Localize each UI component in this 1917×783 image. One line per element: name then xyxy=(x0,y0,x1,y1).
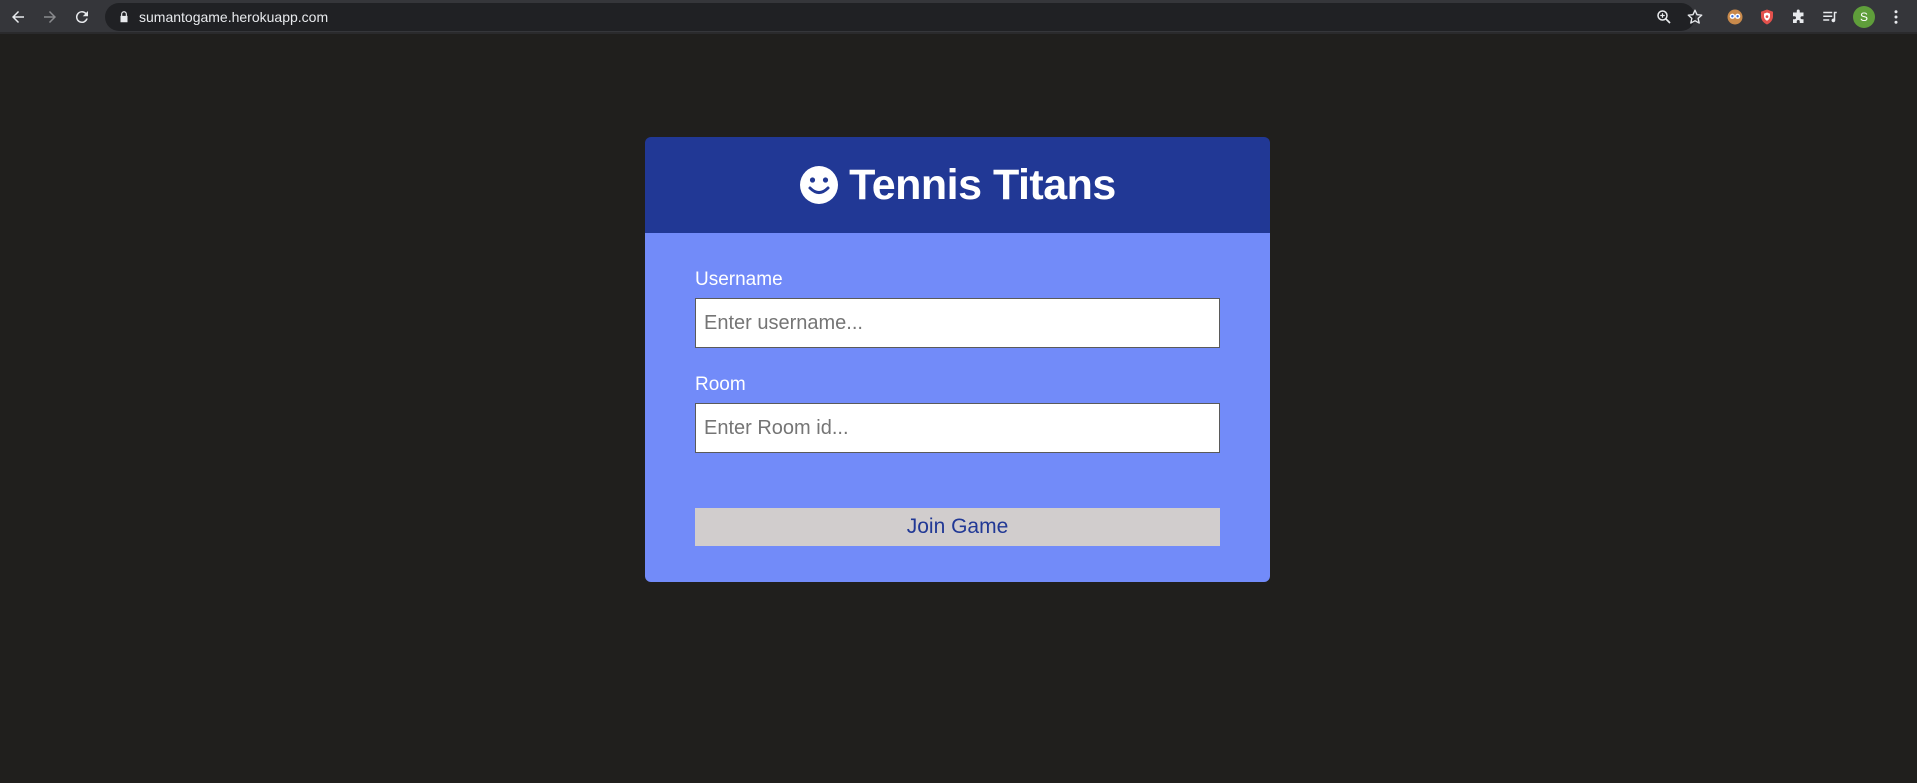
browser-toolbar: sumantogame.herokuapp.com S xyxy=(0,0,1917,34)
puzzle-icon[interactable] xyxy=(1789,7,1809,27)
back-button[interactable] xyxy=(6,5,30,29)
join-form: Username Room Join Game xyxy=(645,233,1270,582)
address-bar[interactable]: sumantogame.herokuapp.com xyxy=(105,3,1703,31)
zoom-icon[interactable] xyxy=(1655,8,1673,26)
owl-extension-icon[interactable] xyxy=(1725,7,1745,27)
profile-avatar[interactable]: S xyxy=(1853,6,1875,28)
smiley-icon xyxy=(800,166,839,204)
room-input[interactable] xyxy=(695,403,1220,453)
lock-icon xyxy=(120,11,128,23)
username-label: Username xyxy=(695,269,783,290)
shield-extension-icon[interactable] xyxy=(1757,7,1777,27)
reload-button[interactable] xyxy=(70,5,94,29)
arrow-left-icon xyxy=(12,11,24,23)
card-header: Tennis Titans xyxy=(645,137,1270,233)
reload-icon xyxy=(75,11,88,24)
star-icon[interactable] xyxy=(1686,8,1704,26)
join-card: Tennis Titans Username Room Join Game xyxy=(645,137,1270,582)
arrow-right-icon xyxy=(44,11,56,23)
username-input[interactable] xyxy=(695,298,1220,348)
app-title: Tennis Titans xyxy=(849,160,1116,209)
join-game-button[interactable]: Join Game xyxy=(695,508,1220,546)
url-text: sumantogame.herokuapp.com xyxy=(139,9,329,25)
room-label: Room xyxy=(695,374,746,395)
kebab-menu-icon[interactable] xyxy=(1886,7,1906,27)
forward-button[interactable] xyxy=(38,5,62,29)
media-queue-icon[interactable] xyxy=(1820,7,1840,27)
